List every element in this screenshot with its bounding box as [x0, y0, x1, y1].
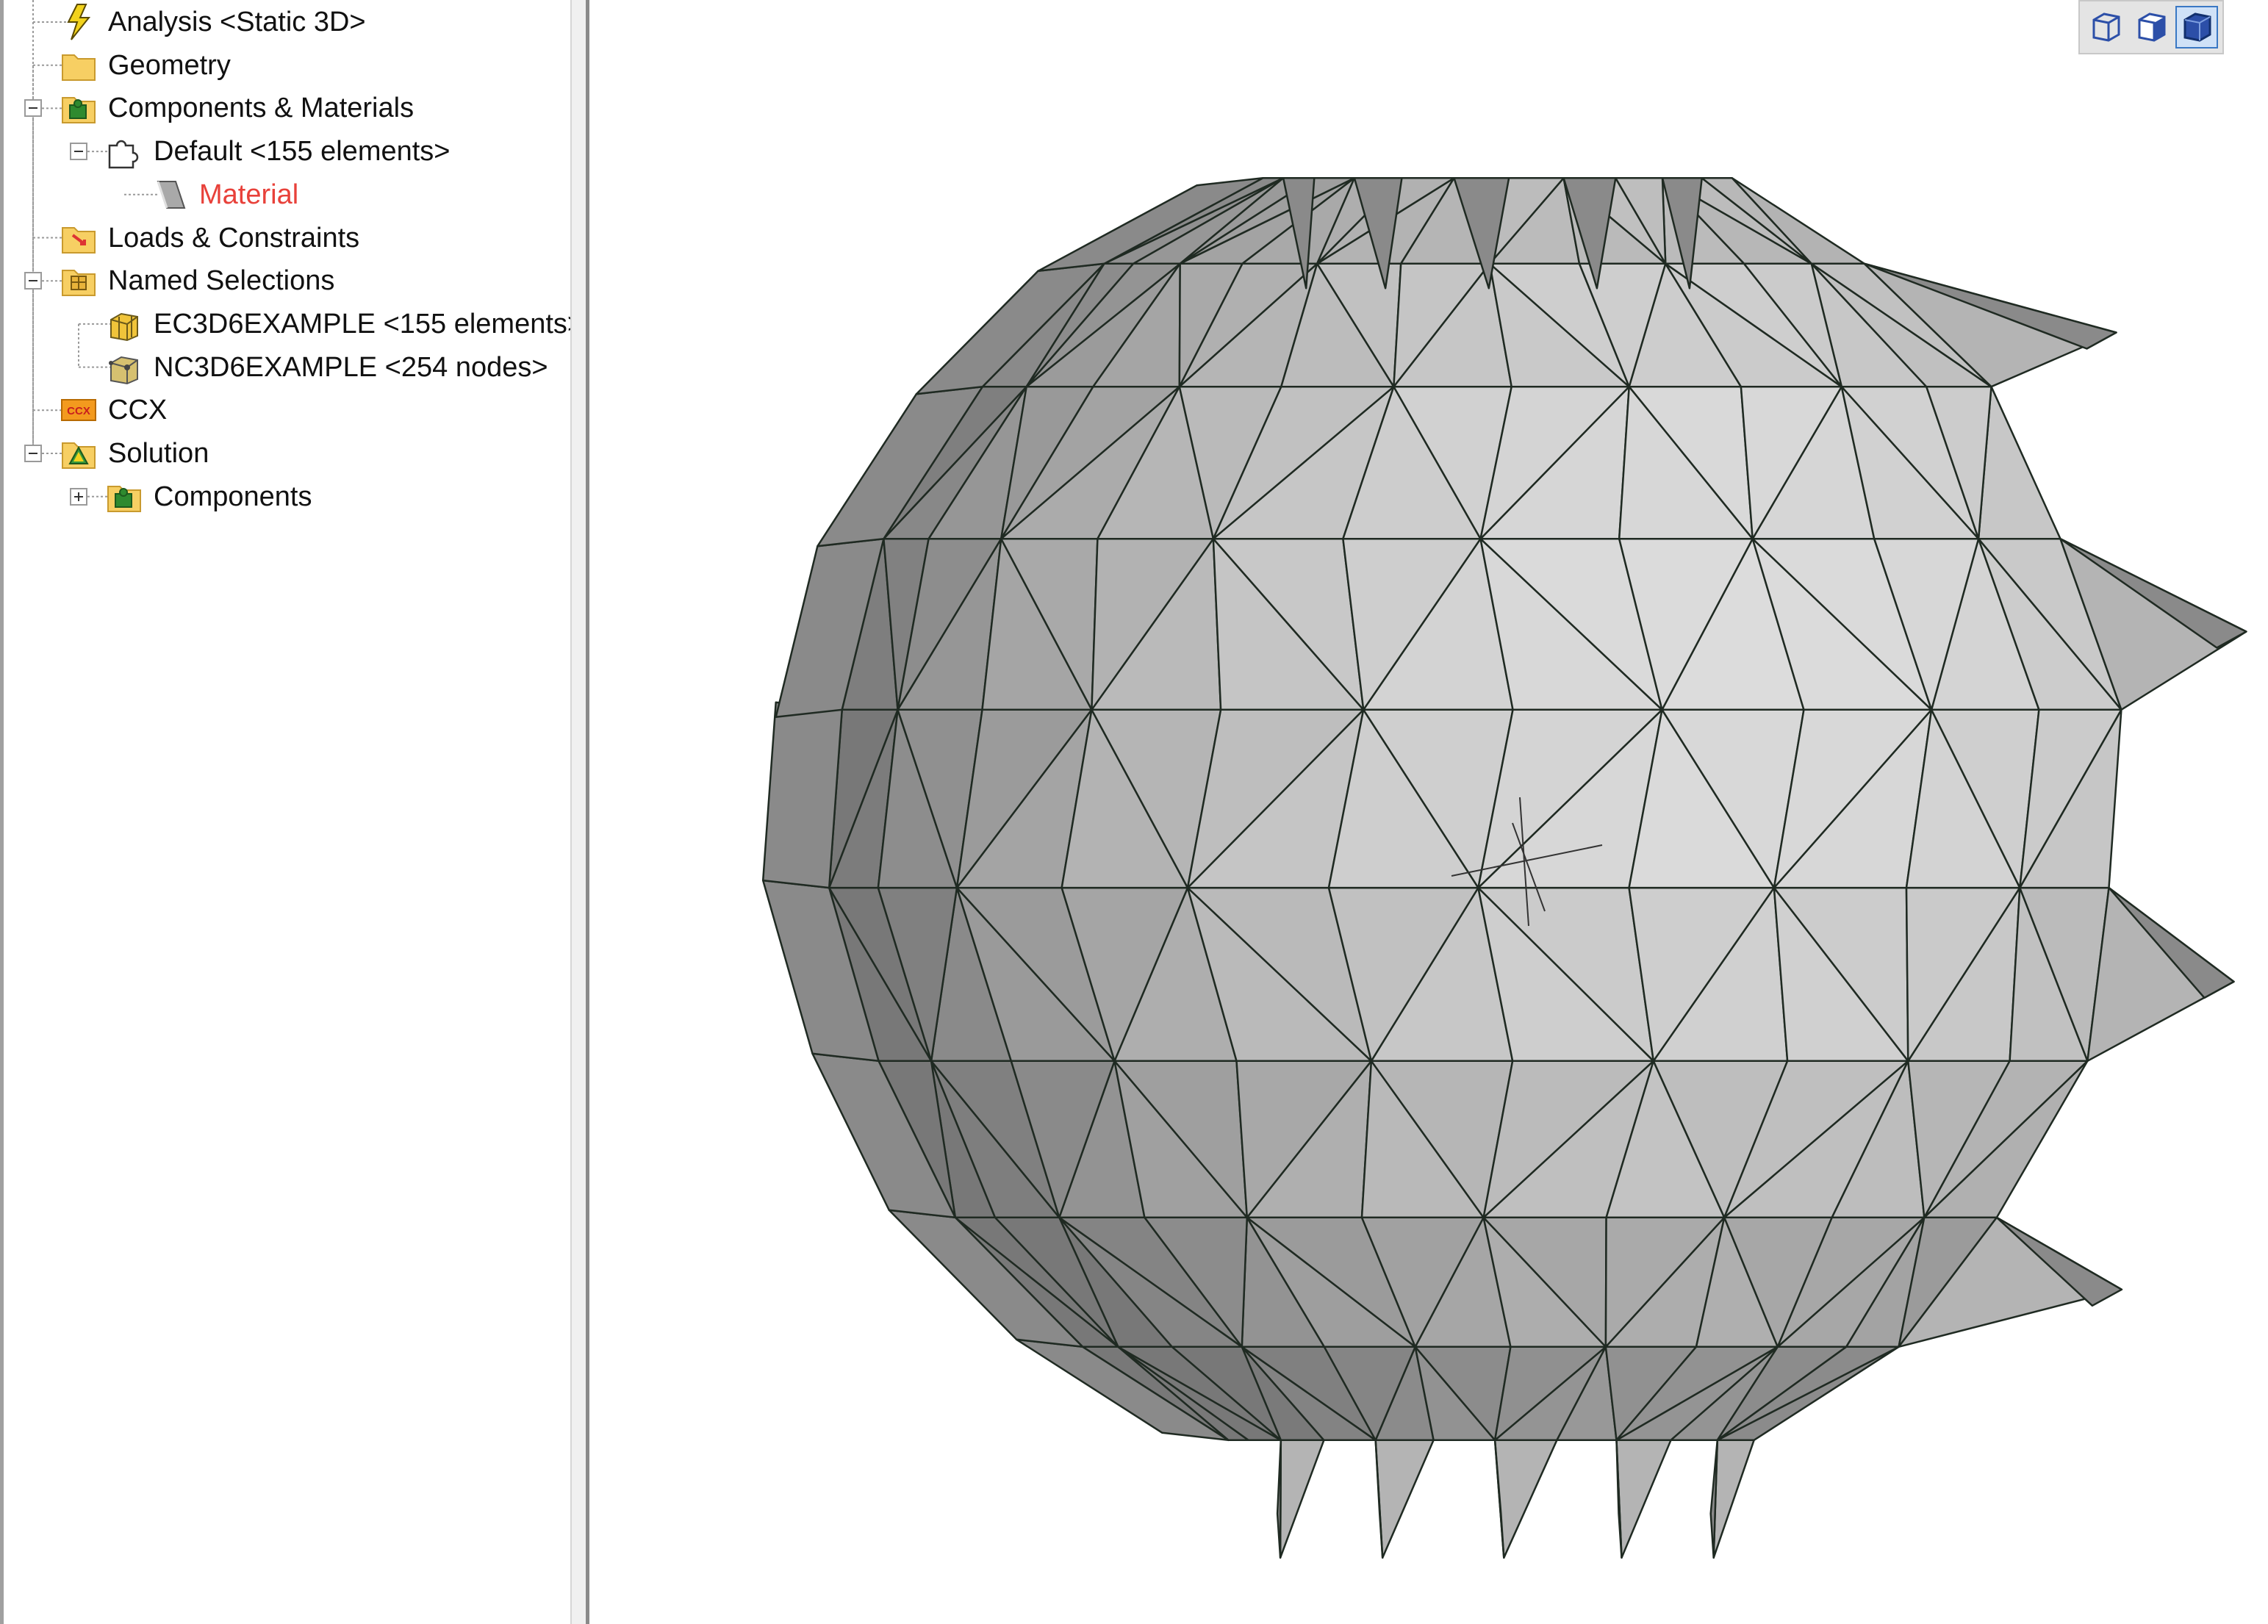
tree-node-solution[interactable]: Solution: [60, 433, 209, 474]
tree-node-label: Named Selections: [108, 265, 335, 297]
mesh-group: [761, 177, 2247, 1559]
tree-node-loads-constraints[interactable]: Loads & Constraints: [60, 218, 359, 259]
tree-node-label: CCX: [108, 395, 168, 426]
mesh-face: [1977, 385, 2061, 540]
mesh-tooth: [1493, 1439, 1558, 1559]
panel-splitter[interactable]: [570, 0, 589, 1624]
folder-icon: [60, 46, 98, 85]
tree-node-label: EC3D6EXAMPLE <155 elements>: [154, 308, 584, 339]
view-solid-button[interactable]: [2175, 6, 2218, 48]
tree-node-label: Components & Materials: [108, 93, 415, 124]
tree-node-ec3d6example[interactable]: EC3D6EXAMPLE <155 elements>: [105, 303, 584, 345]
tree-node-label: Analysis <Static 3D>: [108, 7, 366, 37]
collapse-toggle[interactable]: [24, 445, 42, 462]
tree-node-label: Geometry: [108, 49, 231, 81]
mesh-tooth: [1374, 1439, 1435, 1559]
solid-cube-icon: [2178, 7, 2216, 48]
material-plate-icon: [151, 176, 189, 214]
tree-node-geometry[interactable]: Geometry: [60, 45, 231, 86]
component-folder-icon: [60, 89, 98, 127]
collapse-toggle[interactable]: [70, 143, 87, 161]
selection-folder-icon: [60, 262, 98, 300]
tree-node-label: Loads & Constraints: [108, 222, 360, 254]
collapse-toggle[interactable]: [24, 99, 42, 118]
puzzle-piece-icon: [105, 132, 143, 170]
tree-node-label: Components: [154, 481, 312, 512]
lightning-icon: [60, 3, 98, 41]
tree-node-solution-components[interactable]: Components: [105, 476, 312, 517]
tree-node-label: NC3D6EXAMPLE <254 nodes>: [154, 351, 548, 383]
view-shaded-edges-button[interactable]: [2130, 6, 2172, 48]
element-set-icon: [105, 305, 143, 343]
node-set-icon: [105, 348, 143, 387]
mesh-tooth: [1712, 1439, 1755, 1559]
tree-node-named-selections[interactable]: Named Selections: [60, 260, 334, 301]
mesh-tooth-side: [1276, 1439, 1282, 1559]
tree-node-label: Solution: [108, 438, 209, 469]
tree-node-material[interactable]: Material: [151, 174, 298, 215]
meshed-sphere-model[interactable]: [589, 0, 2268, 1624]
tree-node-default[interactable]: Default <155 elements>: [105, 131, 451, 172]
component-folder-icon: [105, 478, 143, 516]
expand-toggle[interactable]: [70, 487, 87, 506]
solution-icon: [60, 434, 98, 473]
tree-node-nc3d6example[interactable]: NC3D6EXAMPLE <254 nodes>: [105, 347, 548, 388]
mesh-tooth: [1279, 1439, 1325, 1559]
ccx-icon: CCX: [60, 391, 98, 429]
tree-node-ccx[interactable]: CCX CCX: [60, 389, 167, 431]
collapse-toggle[interactable]: [24, 272, 42, 290]
graphics-viewport[interactable]: [589, 0, 2268, 1624]
mesh-tooth: [1615, 1439, 1672, 1559]
svg-text:CCX: CCX: [67, 405, 90, 417]
loads-folder-icon: [60, 219, 98, 257]
tree-node-analysis[interactable]: Analysis <Static 3D>: [60, 1, 366, 43]
shaded-cube-icon: [2132, 7, 2170, 48]
shell-edge-face: [761, 701, 843, 889]
tree-node-label: Default <155 elements>: [154, 136, 451, 168]
tree-node-label: Material: [199, 179, 299, 210]
tree-node-components-materials[interactable]: Components & Materials: [60, 87, 414, 129]
view-wireframe-button[interactable]: [2084, 6, 2127, 48]
view-mode-toolbar: [2078, 0, 2224, 54]
model-tree-panel[interactable]: Analysis <Static 3D> Geometry Components &…: [0, 0, 584, 1624]
wireframe-cube-icon: [2086, 7, 2125, 48]
